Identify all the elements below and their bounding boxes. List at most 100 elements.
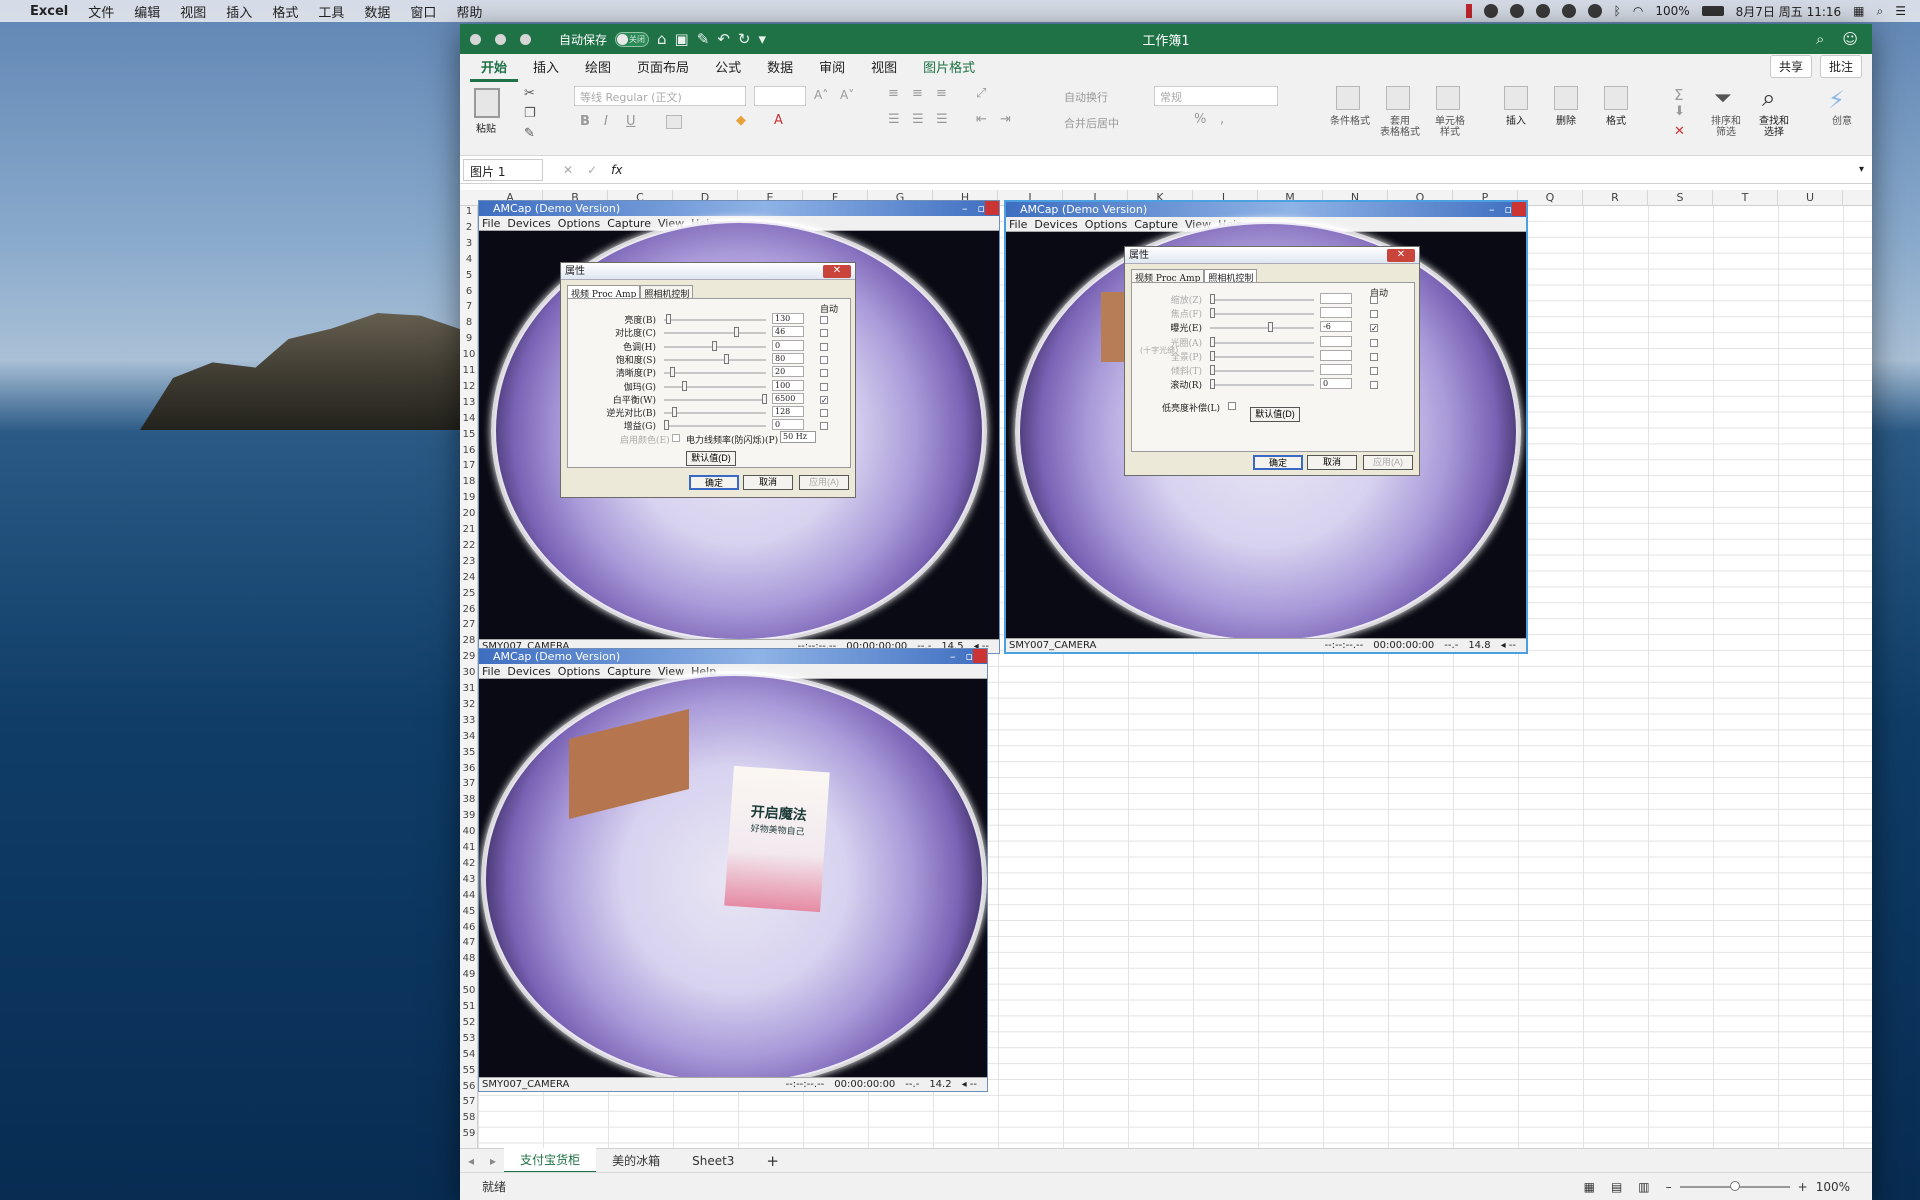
close-icon[interactable] bbox=[1512, 202, 1526, 216]
apply-button[interactable]: 应用(A) bbox=[1363, 455, 1413, 470]
italic-icon[interactable]: I bbox=[604, 114, 608, 129]
property-slider[interactable] bbox=[1210, 370, 1314, 372]
row-header[interactable]: 37 bbox=[460, 778, 478, 789]
row-header[interactable]: 29 bbox=[460, 651, 478, 662]
zoom-slider[interactable] bbox=[1679, 1180, 1790, 1191]
minimize-window-button[interactable] bbox=[495, 33, 506, 45]
prev-sheet-icon[interactable]: ◂ bbox=[460, 1154, 482, 1168]
amcap-menu-devices[interactable]: Devices bbox=[1034, 218, 1077, 231]
battery-label[interactable]: 100% bbox=[1655, 4, 1689, 18]
bluetooth-icon[interactable]: ᛒ bbox=[1614, 4, 1621, 18]
row-header[interactable]: 58 bbox=[460, 1112, 478, 1123]
row-header[interactable]: 12 bbox=[460, 381, 478, 392]
row-header[interactable]: 22 bbox=[460, 540, 478, 551]
slider-thumb[interactable] bbox=[1210, 365, 1215, 375]
row-header[interactable]: 27 bbox=[460, 619, 478, 630]
amcap-menu-file[interactable]: File bbox=[1009, 218, 1027, 231]
powerline-select[interactable]: 50 Hz bbox=[780, 431, 816, 443]
row-header[interactable]: 14 bbox=[460, 413, 478, 424]
column-header[interactable]: U bbox=[1778, 190, 1843, 206]
slider-thumb[interactable] bbox=[762, 393, 767, 404]
property-value[interactable] bbox=[1320, 307, 1352, 319]
column-header[interactable]: T bbox=[1713, 190, 1778, 206]
row-header[interactable]: 47 bbox=[460, 937, 478, 948]
slider-thumb[interactable] bbox=[682, 380, 687, 391]
auto-checkbox[interactable] bbox=[820, 342, 828, 351]
add-sheet-button[interactable]: + bbox=[750, 1149, 795, 1173]
amcap-menu-capture[interactable]: Capture bbox=[607, 217, 651, 230]
zoom-in-icon[interactable]: + bbox=[1790, 1180, 1816, 1194]
cancel-button[interactable]: 取消 bbox=[1307, 455, 1357, 470]
property-slider[interactable] bbox=[1210, 355, 1314, 358]
underline-icon[interactable]: U bbox=[626, 114, 636, 129]
font-color-icon[interactable]: A bbox=[774, 113, 783, 128]
redo-icon[interactable]: ↻ bbox=[738, 30, 751, 48]
property-slider[interactable] bbox=[1210, 384, 1314, 387]
row-header[interactable]: 16 bbox=[460, 445, 478, 456]
cell-style-icon[interactable] bbox=[1436, 86, 1460, 110]
decrease-indent-icon[interactable]: ⇤ bbox=[976, 112, 987, 127]
slider-thumb[interactable] bbox=[1210, 350, 1215, 361]
borders-icon[interactable] bbox=[666, 115, 682, 129]
sheet-tab-sheet3[interactable]: Sheet3 bbox=[676, 1151, 750, 1171]
recording-icon[interactable] bbox=[1465, 4, 1472, 18]
property-value[interactable] bbox=[1320, 293, 1352, 304]
color-enable-checkbox[interactable] bbox=[672, 434, 680, 442]
column-header[interactable]: R bbox=[1583, 190, 1648, 206]
sort-filter-icon[interactable]: ⏷ bbox=[1714, 86, 1732, 111]
row-header[interactable]: 31 bbox=[460, 683, 478, 694]
amcap-menu-options[interactable]: Options bbox=[1085, 218, 1127, 231]
align-top-icon[interactable]: ≡ bbox=[888, 86, 899, 101]
auto-checkbox[interactable]: ✓ bbox=[1370, 324, 1378, 333]
row-header[interactable]: 54 bbox=[460, 1049, 478, 1060]
amcap-window[interactable]: AMCap (Demo Version) –▫ File Devices Option… bbox=[478, 648, 988, 1092]
tab-picture-format[interactable]: 图片格式 bbox=[912, 57, 986, 82]
close-icon[interactable] bbox=[973, 649, 987, 663]
expand-formula-icon[interactable]: ▾ bbox=[1859, 164, 1872, 175]
save-icon[interactable]: ▣ bbox=[675, 30, 689, 48]
format-cells-icon[interactable] bbox=[1604, 86, 1628, 110]
cut-icon[interactable]: ✂ bbox=[524, 86, 535, 101]
zoom-out-icon[interactable]: – bbox=[1658, 1180, 1680, 1194]
cancel-button[interactable]: 取消 bbox=[743, 475, 793, 490]
row-header[interactable]: 1 bbox=[460, 206, 478, 217]
row-header[interactable]: 32 bbox=[460, 699, 478, 710]
sheet-tab-alipay[interactable]: 支付宝货柜 bbox=[504, 1148, 597, 1173]
delete-cells-icon[interactable] bbox=[1554, 86, 1578, 110]
property-slider[interactable] bbox=[664, 398, 766, 401]
amcap-title-bar[interactable]: AMCap (Demo Version) –▫ bbox=[1006, 202, 1526, 217]
property-value[interactable]: 46 bbox=[772, 326, 804, 338]
low-light-checkbox[interactable] bbox=[1228, 402, 1236, 410]
close-icon[interactable] bbox=[985, 201, 999, 215]
auto-checkbox[interactable] bbox=[1370, 381, 1378, 390]
edit-icon[interactable]: ✎ bbox=[697, 30, 710, 48]
amcap-menu-file[interactable]: File bbox=[482, 217, 500, 230]
siri-icon[interactable]: ☰ bbox=[1895, 4, 1906, 18]
font-select[interactable]: 等线 Regular (正文) bbox=[574, 86, 746, 106]
row-header[interactable]: 41 bbox=[460, 842, 478, 853]
slider-thumb[interactable] bbox=[664, 420, 669, 431]
menu-data[interactable]: 数据 bbox=[354, 2, 400, 21]
row-header[interactable]: 17 bbox=[460, 460, 478, 471]
tab-formulas[interactable]: 公式 bbox=[704, 57, 752, 82]
fill-icon[interactable]: ⬇ bbox=[1674, 104, 1685, 119]
row-header[interactable]: 36 bbox=[460, 763, 478, 774]
auto-checkbox[interactable] bbox=[1370, 296, 1378, 304]
close-window-button[interactable] bbox=[470, 33, 481, 45]
auto-checkbox[interactable]: ✓ bbox=[820, 395, 828, 404]
row-header[interactable]: 23 bbox=[460, 556, 478, 567]
row-header[interactable]: 50 bbox=[460, 985, 478, 996]
align-center-icon[interactable]: ☰ bbox=[912, 112, 924, 127]
property-slider[interactable] bbox=[664, 332, 766, 335]
property-slider[interactable] bbox=[664, 412, 766, 415]
slider-thumb[interactable] bbox=[1210, 336, 1215, 347]
property-slider[interactable] bbox=[664, 358, 766, 361]
row-header[interactable]: 2 bbox=[460, 222, 478, 233]
share-button[interactable]: 共享 bbox=[1769, 55, 1812, 78]
ideas-icon[interactable]: ⚡ bbox=[1828, 86, 1845, 114]
next-sheet-icon[interactable]: ▸ bbox=[482, 1154, 504, 1168]
property-value[interactable]: 20 bbox=[772, 366, 804, 378]
menu-tools[interactable]: 工具 bbox=[308, 2, 354, 21]
auto-checkbox[interactable] bbox=[1370, 338, 1378, 347]
property-value[interactable]: -6 bbox=[1320, 321, 1352, 333]
